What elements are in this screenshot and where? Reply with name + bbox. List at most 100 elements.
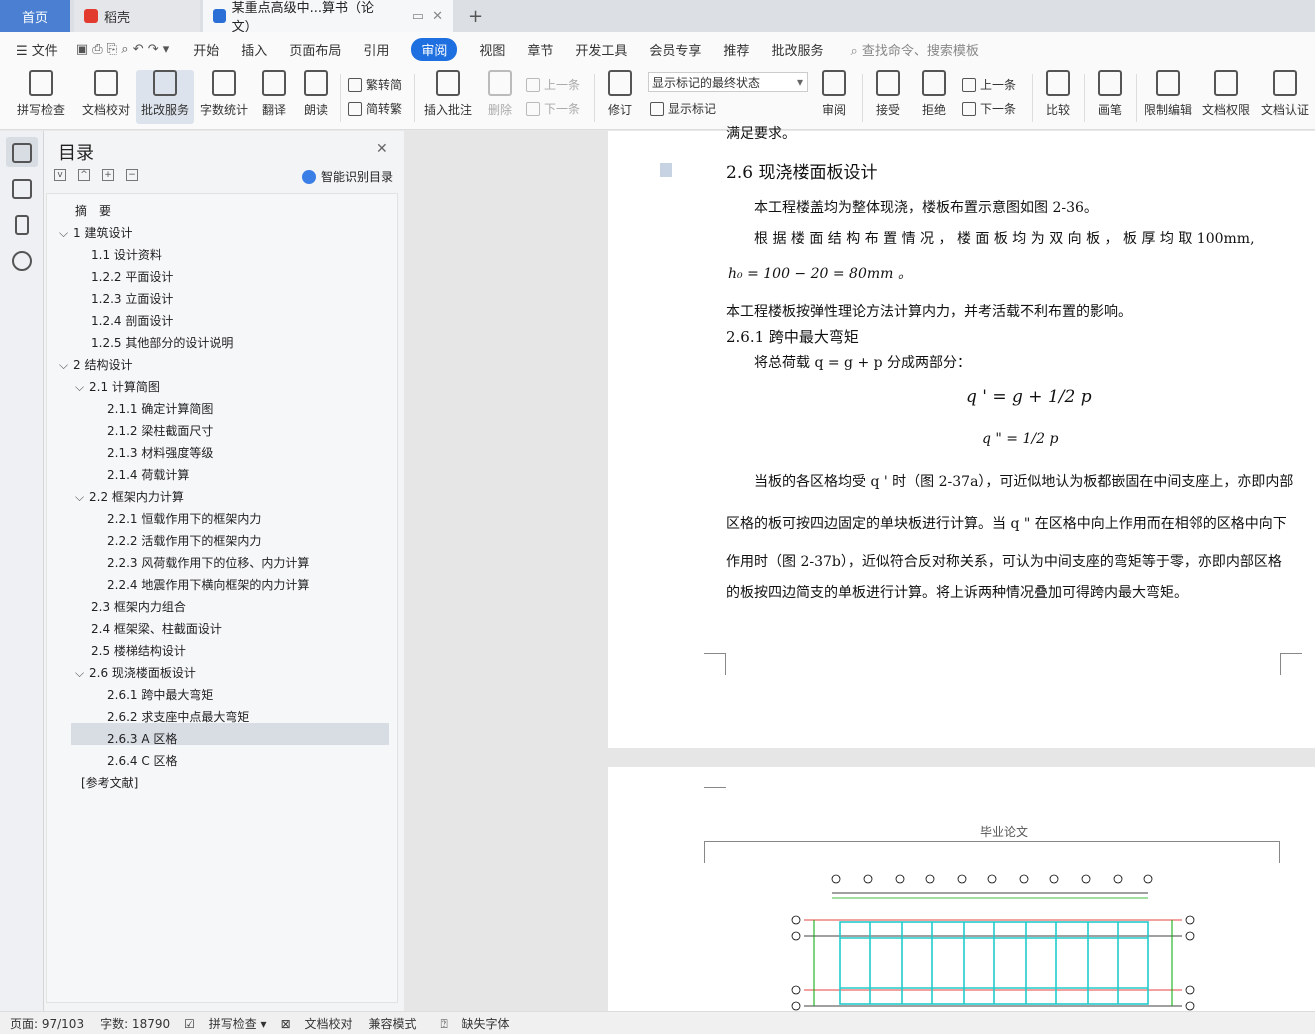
toc-close-icon[interactable]: ✕ <box>376 141 388 157</box>
show-markup-button[interactable]: 显示标记 <box>650 100 716 117</box>
compare-button[interactable]: 比较 <box>1038 70 1078 124</box>
page-indicator[interactable]: 页面: 97/103 <box>10 1015 84 1032</box>
chevron-down-icon[interactable]: ⌵ <box>75 486 89 508</box>
word-count-button[interactable]: 字数统计 <box>196 70 252 124</box>
menu-reference[interactable]: 引用 <box>363 40 389 59</box>
chevron-down-icon[interactable]: ⌵ <box>59 222 73 244</box>
toc-item[interactable]: 1.1 设计资料 <box>91 244 162 266</box>
read-aloud-button[interactable]: 朗读 <box>298 70 334 124</box>
toc-item[interactable]: 2.6.2 求支座中点最大弯矩 <box>107 706 249 728</box>
remove-level-icon[interactable]: − <box>126 169 138 181</box>
word-count-label: 字数统计 <box>199 103 248 117</box>
prev-comment-button[interactable]: 上一条 <box>526 76 580 93</box>
pen-button[interactable]: 画笔 <box>1090 70 1130 124</box>
restrict-edit-button[interactable]: 限制编辑 <box>1140 70 1196 124</box>
chapter-nav-icon[interactable] <box>12 179 32 199</box>
toc-item[interactable]: 2.6.4 C 区格 <box>107 750 178 772</box>
bookmark-icon[interactable] <box>15 215 29 235</box>
next-comment-button[interactable]: 下一条 <box>526 100 580 117</box>
search-icon[interactable] <box>12 251 32 271</box>
menu-view[interactable]: 视图 <box>479 40 505 59</box>
trad-to-simp-button[interactable]: 繁转简 <box>348 76 402 93</box>
toc-item[interactable]: 2.1.2 梁柱截面尺寸 <box>107 420 213 442</box>
missing-font[interactable]: ⍰ 缺失字体 <box>440 1015 509 1032</box>
menu-correction[interactable]: 批改服务 <box>771 40 823 59</box>
expand-all-icon[interactable]: ^ <box>78 169 90 181</box>
toc-item[interactable]: ⌵ 2.1 计算简图 <box>75 376 160 398</box>
toc-item[interactable]: ⌵ 1 建筑设计 <box>59 222 132 244</box>
markup-state-select[interactable]: 显示标记的最终状态 ▾ <box>648 72 808 92</box>
toc-item[interactable]: 2.6.1 跨中最大弯矩 <box>107 684 213 706</box>
review-pane-button[interactable]: 审阅 <box>814 70 854 124</box>
doc-auth-button[interactable]: 文档认证 <box>1256 70 1314 124</box>
close-icon[interactable]: ✕ <box>432 9 443 24</box>
compare-label: 比较 <box>1045 103 1070 117</box>
menu-chapter[interactable]: 章节 <box>527 40 553 59</box>
track-changes-button[interactable]: 修订 <box>600 70 640 124</box>
file-menu[interactable]: ☰ 文件 <box>16 40 58 59</box>
toc-item[interactable]: ⌵ 2 结构设计 <box>59 354 132 376</box>
toc-item[interactable]: 2.4 框架梁、柱截面设计 <box>91 618 222 640</box>
toc-item[interactable]: 1.2.2 平面设计 <box>91 266 173 288</box>
menu-start[interactable]: 开始 <box>193 40 219 59</box>
next-change-button[interactable]: 下一条 <box>962 100 1016 117</box>
quick-access-icons[interactable]: ▣ ⎙ ⎘ ⌕ ↶ ↷ ▾ <box>76 42 169 57</box>
toc-item[interactable]: 1.2.5 其他部分的设计说明 <box>91 332 233 354</box>
reject-button[interactable]: 拒绝 <box>914 70 954 124</box>
collapse-all-icon[interactable]: v <box>54 169 66 181</box>
simp-to-trad-button[interactable]: 简转繁 <box>348 100 402 117</box>
tab-daoke[interactable]: 稻壳 <box>74 0 200 32</box>
tab-home[interactable]: 首页 <box>0 0 70 32</box>
prev-change-button[interactable]: 上一条 <box>962 76 1016 93</box>
toc-item[interactable]: 摘 要 <box>75 200 111 222</box>
menu-member[interactable]: 会员专享 <box>649 40 701 59</box>
toc-item[interactable]: 2.1.3 材料强度等级 <box>107 442 213 464</box>
smart-toc-button[interactable]: 智能识别目录 <box>302 168 393 185</box>
toc-item[interactable]: 2.2.1 恒载作用下的框架内力 <box>107 508 261 530</box>
toc-item[interactable]: 2.2.4 地震作用下横向框架的内力计算 <box>107 574 309 596</box>
status-proofread[interactable]: ⊠ 文档校对 <box>281 1015 353 1032</box>
correction-service-button[interactable]: 批改服务 <box>136 70 194 124</box>
menu-layout[interactable]: 页面布局 <box>289 40 341 59</box>
toc-item[interactable]: 2.2.2 活载作用下的框架内力 <box>107 530 261 552</box>
chevron-down-icon[interactable]: ⌵ <box>59 354 73 376</box>
spell-check-button[interactable]: 拼写检查 <box>10 70 72 124</box>
toc-item[interactable]: 2.1.1 确定计算简图 <box>107 398 213 420</box>
add-level-icon[interactable]: + <box>102 169 114 181</box>
menu-devtools[interactable]: 开发工具 <box>575 40 627 59</box>
menu-review[interactable]: 审阅 <box>411 37 458 61</box>
toc-icon[interactable] <box>12 143 32 163</box>
new-tab-label: + <box>468 5 484 27</box>
toc-item[interactable]: 2.3 框架内力组合 <box>91 596 186 618</box>
restore-icon[interactable]: ▭ <box>412 9 424 24</box>
toc-item[interactable]: 2.2.3 风荷载作用下的位移、内力计算 <box>107 552 309 574</box>
chevron-down-icon[interactable]: ⌵ <box>75 376 89 398</box>
menu-insert[interactable]: 插入 <box>241 40 267 59</box>
status-spell-check[interactable]: ☑ 拼写检查 ▾ <box>184 1015 266 1032</box>
daoke-icon <box>84 9 98 23</box>
toc-item[interactable]: 1.2.3 立面设计 <box>91 288 173 310</box>
compat-mode[interactable]: 兼容模式 <box>368 1015 416 1032</box>
proofread-button[interactable]: 文档校对 <box>78 70 134 124</box>
toc-item[interactable]: 1.2.4 剖面设计 <box>91 310 173 332</box>
toc-item[interactable]: 2.6.3 A 区格 <box>107 728 177 750</box>
menu-recommend[interactable]: 推荐 <box>723 40 749 59</box>
translate-icon <box>262 70 286 96</box>
command-search[interactable]: ⌕ 查找命令、搜索模板 <box>850 40 978 59</box>
toc-item[interactable]: ⌵ 2.2 框架内力计算 <box>75 486 184 508</box>
doc-permission-button[interactable]: 文档权限 <box>1198 70 1254 124</box>
delete-comment-button[interactable]: 删除 <box>480 70 520 124</box>
translate-button[interactable]: 翻译 <box>254 70 294 124</box>
new-tab-button[interactable]: + <box>458 0 493 32</box>
toc-item[interactable]: 2.5 楼梯结构设计 <box>91 640 186 662</box>
accept-button[interactable]: 接受 <box>868 70 908 124</box>
insert-comment-button[interactable]: 插入批注 <box>420 70 476 124</box>
floor-plan-drawing <box>791 874 1195 1011</box>
paragraph-marker-icon[interactable] <box>660 163 672 177</box>
tab-document[interactable]: 某重点高级中...算书（论文） ▭ ✕ <box>203 0 453 35</box>
chevron-down-icon[interactable]: ⌵ <box>75 662 89 684</box>
toc-item[interactable]: 2.1.4 荷载计算 <box>107 464 189 486</box>
toc-item[interactable]: [参考文献] <box>81 772 138 794</box>
toc-item[interactable]: ⌵ 2.6 现浇楼面板设计 <box>75 662 196 684</box>
word-count-indicator[interactable]: 字数: 18790 <box>100 1015 170 1032</box>
